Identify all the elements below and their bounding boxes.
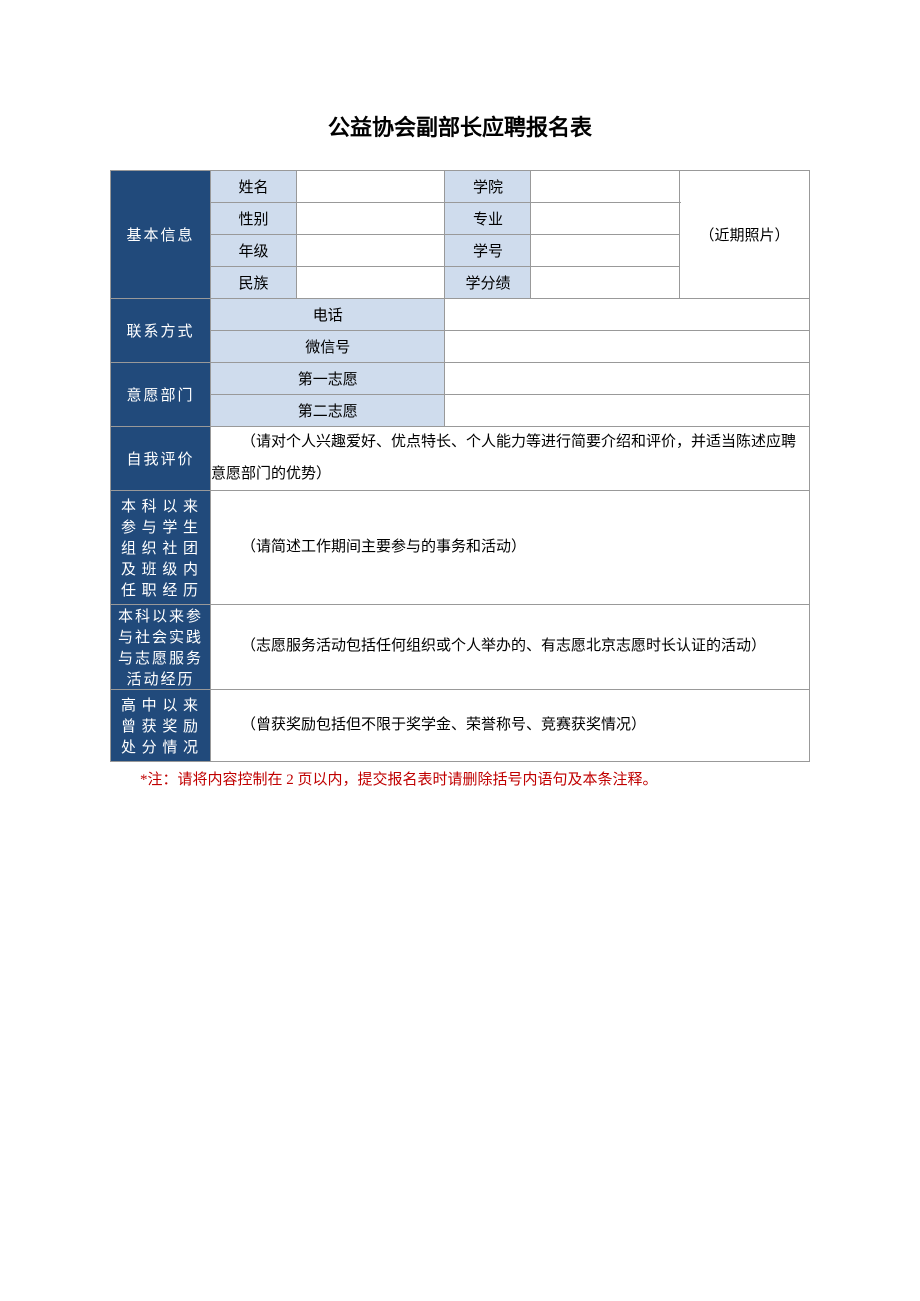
input-second-choice[interactable] [445, 395, 810, 427]
input-selfeval[interactable]: （请对个人兴趣爱好、优点特长、个人能力等进行简要介绍和评价，并适当陈述应聘意愿部… [211, 427, 810, 491]
input-wechat[interactable] [445, 331, 810, 363]
input-phone[interactable] [445, 299, 810, 331]
input-orgexp[interactable]: （请简述工作期间主要参与的事务和活动） [211, 491, 810, 605]
input-awards[interactable]: （曾获奖励包括但不限于奖学金、荣誉称号、竞赛获奖情况） [211, 690, 810, 762]
label-gpa: 学分绩 [445, 267, 531, 299]
label-first-choice: 第一志愿 [211, 363, 445, 395]
label-second-choice: 第二志愿 [211, 395, 445, 427]
input-ethnic[interactable] [297, 267, 445, 299]
section-volexp: 本科以来参与社会实践与志愿服务活动经历 [111, 605, 211, 690]
section-selfeval: 自我评价 [111, 427, 211, 491]
label-major: 专业 [445, 203, 531, 235]
section-orgexp: 本科以来参与学生组织社团及班级内任职经历 [111, 491, 211, 605]
input-gender[interactable] [297, 203, 445, 235]
section-basic: 基本信息 [111, 171, 211, 299]
label-school: 学院 [445, 171, 531, 203]
input-name[interactable] [297, 171, 445, 203]
label-phone: 电话 [211, 299, 445, 331]
label-ethnic: 民族 [211, 267, 297, 299]
input-stuid[interactable] [531, 235, 680, 267]
photo-placeholder[interactable]: （近期照片） [680, 171, 810, 299]
input-school[interactable] [531, 171, 680, 203]
label-gender: 性别 [211, 203, 297, 235]
section-contact: 联系方式 [111, 299, 211, 363]
input-grade[interactable] [297, 235, 445, 267]
input-major[interactable] [531, 203, 680, 235]
section-preference: 意愿部门 [111, 363, 211, 427]
form-title: 公益协会副部长应聘报名表 [110, 110, 810, 142]
form-note: *注：请将内容控制在 2 页以内，提交报名表时请删除括号内语句及本条注释。 [110, 768, 810, 789]
label-wechat: 微信号 [211, 331, 445, 363]
section-awards: 高中以来曾获奖励处分情况 [111, 690, 211, 762]
input-first-choice[interactable] [445, 363, 810, 395]
label-stuid: 学号 [445, 235, 531, 267]
input-volexp[interactable]: （志愿服务活动包括任何组织或个人举办的、有志愿北京志愿时长认证的活动） [211, 605, 810, 690]
label-name: 姓名 [211, 171, 297, 203]
label-grade: 年级 [211, 235, 297, 267]
input-gpa[interactable] [531, 267, 680, 299]
application-form: 基本信息 姓名 学院 （近期照片） 性别 专业 年级 学号 民族 学分绩 联系方… [110, 170, 810, 762]
